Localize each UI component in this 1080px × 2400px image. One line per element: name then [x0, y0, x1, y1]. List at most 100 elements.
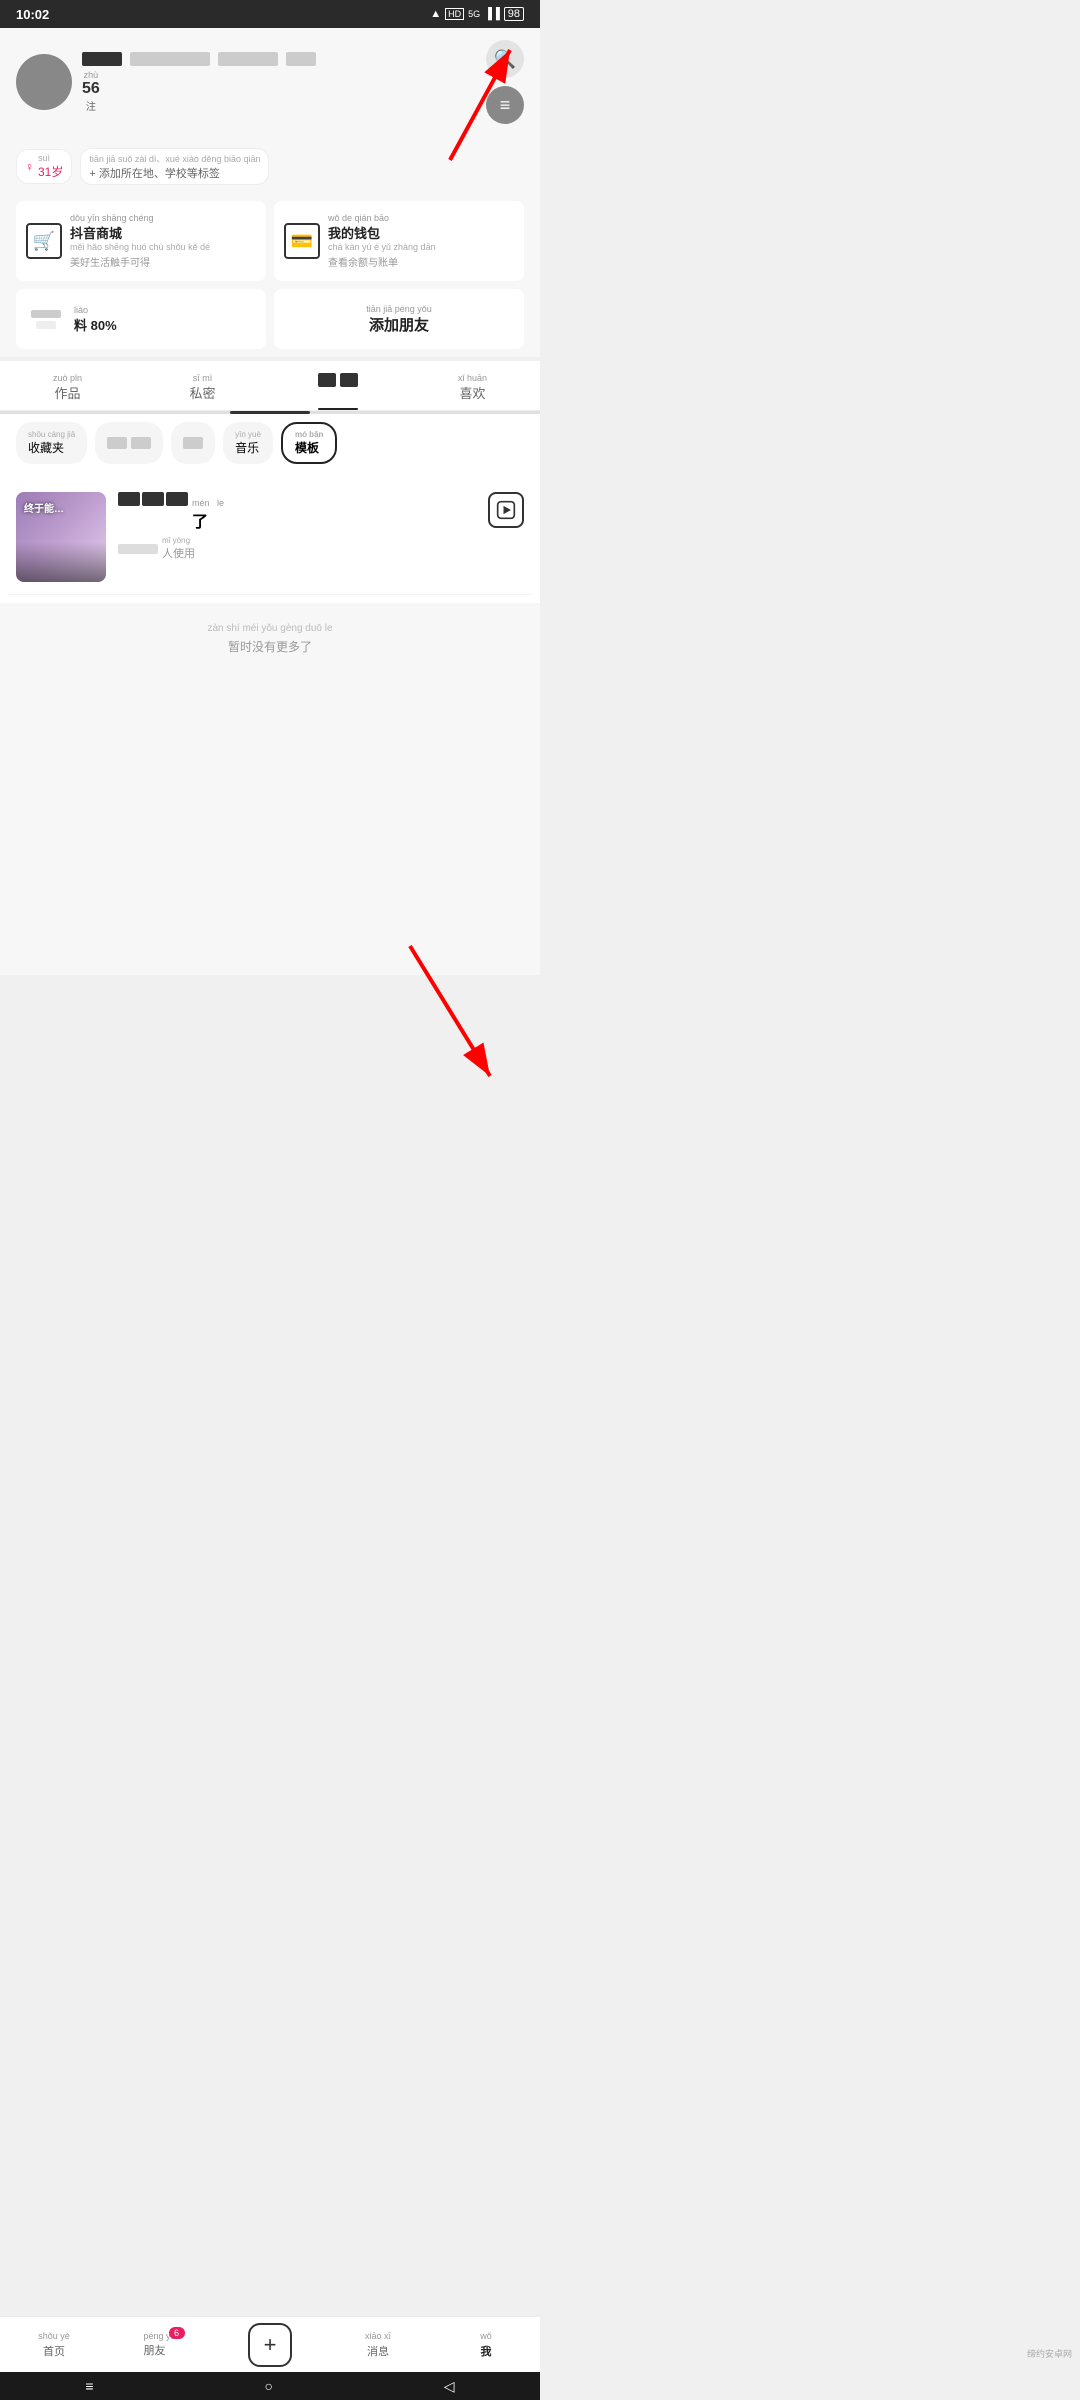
header-area: zhù 56 注 🔍 ≡ [0, 28, 540, 140]
status-icons: ▲ HD 5G ▐▐ 98 [430, 7, 524, 21]
collection-tabs: shōu cáng jiā 收藏夹 yīn yuè 音乐 mó bǎn 模板 [0, 414, 540, 472]
no-more-section: zàn shí méi yǒu gèng duō le 暂时没有更多了 [0, 603, 540, 675]
signal-bars-icon: ▐▐ [484, 8, 500, 20]
nav-messages-pinyin: xiāo xī [365, 2331, 391, 2341]
coll-tab-2[interactable] [95, 422, 163, 464]
coll-tab-template-label: 模板 [295, 441, 319, 455]
wallet-sub: 查看余额与账单 [328, 254, 436, 269]
shop-card[interactable]: 🛒 dǒu yīn shāng chéng 抖音商城 měi hǎo shēng… [16, 201, 266, 281]
profile-complete-icon [26, 299, 66, 339]
coll-tab-music[interactable]: yīn yuè 音乐 [223, 422, 273, 464]
sys-back-icon[interactable]: ◁ [444, 2378, 455, 2395]
tabs-row: zuò pǐn 作品 sī mì 私密 xǐ huān 喜欢 [0, 361, 540, 411]
shop-pinyin: dǒu yīn shāng chéng [70, 213, 210, 223]
profile-complete-card[interactable]: liào 料 80% [16, 289, 266, 349]
menu-button[interactable]: ≡ [486, 86, 524, 124]
nav-friends-badge: 6 [169, 2327, 185, 2339]
video-title-row: mén le 了 [118, 492, 476, 532]
video-info: mén le 了 mǐ yòng 人使用 [118, 492, 476, 582]
nav-messages[interactable]: xiāo xī 消息 [324, 2331, 432, 2359]
age-badge: ♀ suì 31岁 [16, 149, 72, 184]
tab-collections[interactable] [270, 361, 405, 410]
wallet-sub-pinyin: chá kàn yú é yǔ zhàng dān [328, 242, 436, 252]
tab-indicator-active [230, 411, 310, 414]
menu-icon: ≡ [500, 95, 511, 116]
profile-row: zhù 56 注 🔍 ≡ [16, 40, 524, 124]
nav-friends[interactable]: péng yǒu 朋友 6 [108, 2331, 216, 2359]
coll-tab-favorites[interactable]: shōu cáng jiā 收藏夹 [16, 422, 87, 464]
nav-me[interactable]: wǒ 我 [432, 2331, 540, 2359]
add-tags-label: + 添加所在地、学校等标签 [89, 168, 219, 180]
add-friend-card[interactable]: tiān jiā péng yǒu 添加朋友 [274, 289, 524, 349]
nav-friends-icon-wrap: péng yǒu 朋友 6 [143, 2331, 180, 2359]
nav-home-pinyin: shǒu yè [38, 2331, 70, 2341]
name-block4 [286, 52, 316, 66]
tab-works[interactable]: zuò pǐn 作品 [0, 361, 135, 410]
bottom-nav: shǒu yè 首页 péng yǒu 朋友 6 + xiāo xī 消息 wǒ… [0, 2316, 540, 2372]
sys-home-icon[interactable]: ○ [264, 2378, 272, 2394]
video-title-block3 [166, 492, 188, 506]
tab-private-pinyin: sī mì [135, 373, 270, 383]
signal-badge: 5G [468, 9, 480, 19]
tab-collections-label [270, 373, 405, 387]
header-right: 🔍 ≡ [486, 40, 524, 124]
sys-menu-icon[interactable]: ≡ [85, 2378, 93, 2394]
video-sub-text: 人使用 [162, 548, 195, 560]
video-thumbnail: 终于能… [16, 492, 106, 582]
following-count[interactable]: zhù 56 注 [82, 70, 100, 113]
coll-tab-music-label: 音乐 [235, 441, 259, 455]
status-time: 10:02 [16, 7, 49, 22]
add-tags-button[interactable]: tiān jiā suǒ zài dì、xué xiào děng biāo q… [80, 148, 269, 185]
video-title-block1 [118, 492, 140, 506]
coll-tab-3-icon [183, 437, 203, 449]
following-label: 注 [86, 102, 96, 113]
wallet-card-text: wǒ de qián bāo 我的钱包 chá kàn yú é yǔ zhàn… [328, 213, 436, 269]
add-friend-label: 添加朋友 [366, 314, 432, 335]
profile-complete-text: liào 料 80% [74, 305, 117, 334]
profile-info: zhù 56 注 [82, 52, 476, 113]
video-thumb-text: 终于能… [24, 500, 64, 515]
tab-private[interactable]: sī mì 私密 [135, 361, 270, 410]
no-more-label: 暂时没有更多了 [20, 638, 520, 655]
hd-badge: HD [445, 8, 464, 20]
nav-friends-label: 朋友 [143, 2345, 165, 2357]
nav-home-label: 首页 [43, 2343, 65, 2359]
coll-tab-2-icon [107, 437, 127, 449]
video-title-block2 [142, 492, 164, 506]
wallet-title: 我的钱包 [328, 223, 436, 242]
action-cards-row1: 🛒 dǒu yīn shāng chéng 抖音商城 měi hǎo shēng… [0, 193, 540, 289]
video-play-icon[interactable] [488, 492, 524, 528]
coll-tab-template[interactable]: mó bǎn 模板 [281, 422, 337, 464]
age-label: 31岁 [38, 165, 63, 179]
tab-private-label: 私密 [135, 383, 270, 402]
video-item[interactable]: 终于能… mén le 了 mǐ yòng 人使用 [8, 480, 532, 595]
battery-icon: 98 [504, 7, 524, 21]
post-plus-button[interactable]: + [248, 2323, 292, 2367]
shop-card-text: dǒu yīn shāng chéng 抖音商城 měi hǎo shēng h… [70, 213, 210, 269]
name-block2 [130, 52, 210, 66]
shop-sub: 美好生活触手可得 [70, 254, 210, 269]
empty-space [0, 675, 540, 975]
search-button[interactable]: 🔍 [486, 40, 524, 78]
video-title-char: 了 [192, 514, 208, 531]
tab-likes-label: 喜欢 [405, 383, 540, 402]
nav-home[interactable]: shǒu yè 首页 [0, 2331, 108, 2359]
nav-post[interactable]: + [216, 2323, 324, 2367]
search-icon: 🔍 [494, 49, 516, 70]
no-more-pinyin: zàn shí méi yǒu gèng duō le [20, 623, 520, 634]
avatar[interactable] [16, 54, 72, 110]
shop-title: 抖音商城 [70, 223, 210, 242]
tab-works-label: 作品 [0, 383, 135, 402]
wallet-card[interactable]: 💳 wǒ de qián bāo 我的钱包 chá kàn yú é yǔ zh… [274, 201, 524, 281]
tab-likes[interactable]: xǐ huān 喜欢 [405, 361, 540, 410]
following-pinyin: zhù [82, 70, 100, 80]
nav-messages-label: 消息 [367, 2343, 389, 2359]
coll-tab-3[interactable] [171, 422, 215, 464]
nav-me-pinyin: wǒ [480, 2331, 492, 2341]
two-cards-row: liào 料 80% tiān jiā péng yǒu 添加朋友 [0, 289, 540, 357]
video-sub-block [118, 544, 158, 554]
content-area: 终于能… mén le 了 mǐ yòng 人使用 [0, 472, 540, 603]
wifi-icon: ▲ [430, 8, 441, 20]
age-tags-row: ♀ suì 31岁 tiān jiā suǒ zài dì、xué xiào d… [0, 140, 540, 193]
system-nav-bar: ≡ ○ ◁ [0, 2372, 540, 2400]
